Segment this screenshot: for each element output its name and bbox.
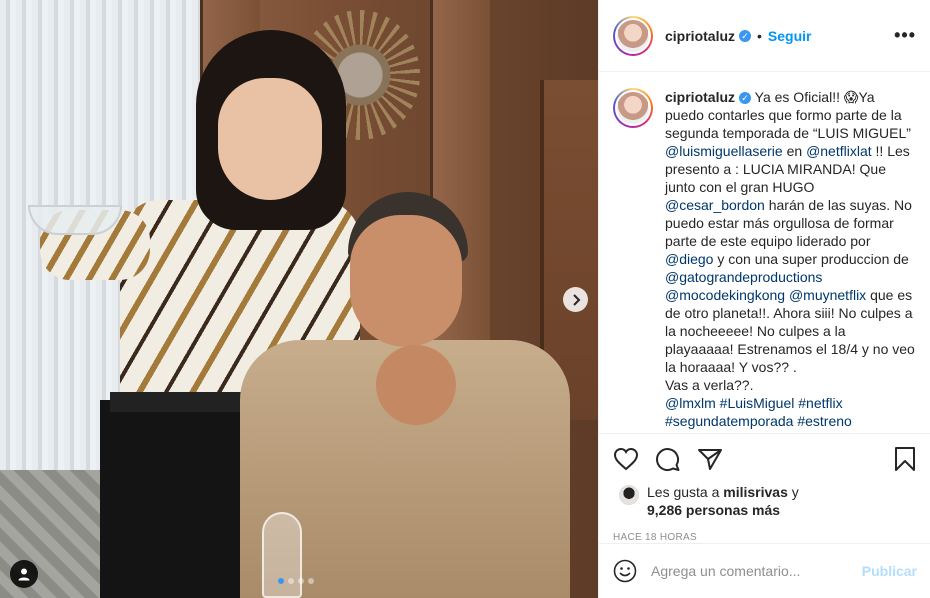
woman-face (218, 78, 322, 200)
username-link[interactable]: cipriotaluz (665, 28, 735, 44)
liker-username-link[interactable]: milisrivas (723, 484, 788, 500)
man-face (350, 215, 462, 347)
carousel-dot (278, 578, 284, 584)
caption-segment: en (782, 143, 807, 159)
tagged-users-button[interactable] (10, 560, 38, 588)
caption-mention-link[interactable]: @netflixlat (806, 143, 872, 159)
verified-badge-icon: ✓ (739, 29, 752, 42)
caption-mention-link[interactable]: #LuisMiguel (720, 395, 795, 411)
caption-mention-link[interactable]: @diego (665, 251, 713, 267)
likes-text: Les gusta a milisrivas y 9,286 personas … (647, 483, 799, 519)
caption-text: cipriotaluz ✓ Ya es Oficial!! 😱Ya puedo c… (665, 88, 916, 433)
carousel-next-button[interactable] (563, 287, 588, 312)
caption-mention-link[interactable]: #estreno (797, 413, 851, 429)
liker-avatar[interactable] (619, 485, 639, 505)
caption-mention-link[interactable]: #segundatemporada (665, 413, 793, 429)
caption-mention-link[interactable]: @muynetflix (789, 287, 866, 303)
paper-plane-icon (698, 448, 722, 470)
comment-form: Publicar (599, 543, 930, 598)
avatar[interactable] (613, 15, 653, 56)
caption-mention-link[interactable]: @luismiguellaserie (665, 143, 783, 159)
emoji-button[interactable] (613, 559, 637, 583)
caption-mention-link[interactable]: @mocodekingkong (665, 287, 785, 303)
comment-input[interactable] (651, 563, 862, 579)
wine-glass (262, 512, 302, 598)
avatar[interactable] (613, 88, 653, 128)
more-options-button[interactable]: ••• (894, 25, 916, 46)
carousel-dot (288, 578, 294, 584)
caption-mention-link[interactable]: #netflix (798, 395, 842, 411)
post-sidebar: cipriotaluz ✓ • Seguir ••• cipriotaluz ✓ … (598, 0, 930, 598)
separator-dot: • (757, 27, 762, 44)
comment-icon (656, 447, 680, 471)
publish-button[interactable]: Publicar (862, 563, 917, 579)
verified-badge-icon: ✓ (739, 92, 752, 105)
share-button[interactable] (697, 447, 723, 471)
post-photo[interactable] (0, 0, 598, 598)
carousel-dot (308, 578, 314, 584)
likes-prefix: Les gusta a (647, 484, 724, 500)
action-bar (599, 433, 930, 483)
carousel-indicator (278, 578, 314, 584)
caption-mention-link[interactable]: @gatograndeproductions (665, 269, 822, 285)
carousel-dot (298, 578, 304, 584)
post-header: cipriotaluz ✓ • Seguir ••• (599, 0, 930, 72)
caption-mention-link[interactable]: @cesar_bordon (665, 197, 765, 213)
bookmark-icon (895, 446, 915, 471)
caption-comment: cipriotaluz ✓ Ya es Oficial!! 😱Ya puedo c… (599, 72, 930, 433)
save-button[interactable] (894, 446, 916, 472)
caption-segment: Vas a verla??. (665, 377, 754, 393)
likes-count-link[interactable]: 9,286 personas más (647, 502, 780, 518)
chevron-right-icon (572, 293, 580, 306)
woman-belt (110, 392, 260, 412)
comment-button[interactable] (655, 446, 681, 472)
post-timestamp[interactable]: HACE 18 HORAS (599, 532, 930, 543)
user-icon (18, 568, 30, 581)
likes-summary: Les gusta a milisrivas y 9,286 personas … (599, 483, 930, 523)
emoji-icon (613, 559, 637, 583)
like-button[interactable] (613, 447, 639, 471)
likes-middle: y (787, 484, 799, 500)
caption-segment: y con una super produccion de (713, 251, 909, 267)
caption-username-link[interactable]: cipriotaluz (665, 89, 735, 105)
man-hands (376, 345, 456, 425)
heart-icon (613, 447, 639, 470)
woman-pants (100, 400, 260, 598)
follow-button[interactable]: Seguir (768, 28, 812, 44)
caption-mention-link[interactable]: @lmxlm (665, 395, 716, 411)
